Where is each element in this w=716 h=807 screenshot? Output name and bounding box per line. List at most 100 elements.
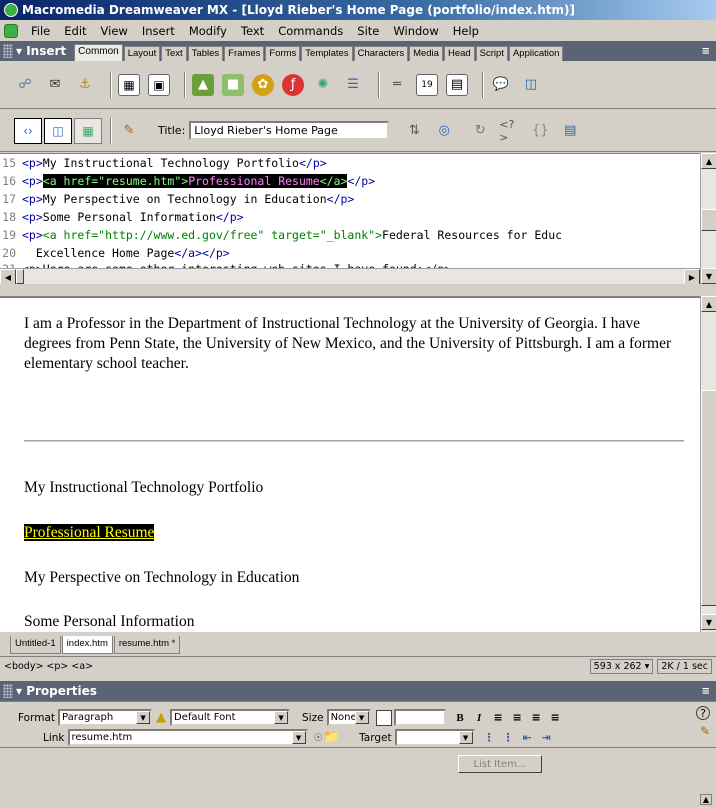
table-icon[interactable]: ▦ (118, 73, 140, 96)
live-data-icon[interactable]: ✎ (118, 120, 140, 142)
bold-button[interactable]: B (452, 710, 469, 726)
point-to-file-icon[interactable]: ☉ (314, 732, 323, 744)
tab-head[interactable]: Head (443, 46, 475, 61)
rollover-image-icon[interactable]: ✺ (312, 74, 334, 96)
scroll-thumb[interactable] (701, 209, 716, 231)
quick-tag-editor-icon[interactable]: ✎ (700, 724, 710, 738)
navigation-bar-icon[interactable]: ☰ (342, 74, 364, 96)
hyperlink-icon[interactable]: ☍ (14, 74, 36, 96)
tab-templates[interactable]: Templates (301, 46, 353, 61)
tab-characters[interactable]: Characters (353, 46, 409, 61)
refresh-icon[interactable]: ↻ (469, 120, 491, 142)
tab-frames[interactable]: Frames (224, 46, 265, 61)
preview-browser-icon[interactable]: ◎ (433, 120, 455, 142)
panel-options-icon[interactable]: ≡ (702, 686, 710, 697)
color-input[interactable] (393, 709, 446, 726)
format-select[interactable]: Paragraph ▼ (58, 709, 153, 726)
insert-panel-title[interactable]: ▾ Insert (16, 44, 66, 58)
code-view-button[interactable]: ‹› (14, 117, 42, 144)
browse-folder-icon[interactable]: 📁 (323, 730, 339, 745)
font-select[interactable]: Default Font ▼ (170, 709, 291, 726)
design-view[interactable]: I am a Professor in the Department of In… (0, 296, 700, 632)
tab-tables[interactable]: Tables (187, 46, 224, 61)
align-right-icon[interactable]: ≡ (528, 710, 545, 726)
tab-media[interactable]: Media (409, 46, 443, 61)
tab-forms[interactable]: Forms (265, 46, 301, 61)
doc-tab-untitled[interactable]: Untitled-1 (10, 636, 61, 654)
menu-window[interactable]: Window (386, 24, 445, 38)
align-center-icon[interactable]: ≡ (509, 710, 526, 726)
menu-view[interactable]: View (94, 24, 135, 38)
split-divider[interactable] (0, 284, 716, 296)
outdent-icon[interactable]: ⇤ (519, 730, 536, 746)
unordered-list-icon[interactable]: ⋮ (481, 730, 498, 746)
target-select[interactable]: ▼ (394, 729, 475, 746)
named-anchor-icon[interactable]: ⚓ (74, 74, 96, 96)
scroll-up-icon[interactable]: ▲ (701, 296, 716, 312)
window-size[interactable]: 593 x 262 ▾ (589, 659, 654, 674)
flash-icon[interactable]: ƒ (282, 73, 304, 96)
horizontal-rule-icon[interactable]: ═ (386, 74, 408, 96)
menu-modify[interactable]: Modify (182, 24, 234, 38)
doc-tab-resume[interactable]: resume.htm * (113, 636, 181, 654)
scroll-up-icon[interactable]: ▲ (701, 153, 716, 169)
panel-options-icon[interactable]: ≡ (702, 46, 710, 57)
title-input[interactable]: Lloyd Rieber's Home Page (189, 121, 390, 140)
menu-insert[interactable]: Insert (135, 24, 182, 38)
scroll-thumb[interactable] (701, 390, 716, 606)
split-view-button[interactable]: ◫ (44, 117, 72, 144)
link-input[interactable]: resume.htm ▼ (67, 729, 308, 746)
tab-common[interactable]: Common (74, 44, 123, 61)
align-justify-icon[interactable]: ≡ (547, 710, 564, 726)
design-view-button[interactable]: ▦ (74, 117, 102, 144)
scroll-right-icon[interactable]: ▶ (684, 269, 700, 285)
expand-arrow-icon[interactable]: ▲ (699, 794, 712, 805)
menu-text[interactable]: Text (234, 24, 271, 38)
menu-commands[interactable]: Commands (271, 24, 350, 38)
comment-icon[interactable]: 💬 (490, 74, 512, 96)
tab-layout[interactable]: Layout (123, 46, 161, 61)
panel-grip-icon[interactable] (3, 684, 13, 698)
scroll-left-icon[interactable]: ◀ (0, 269, 16, 285)
doc-tab-index[interactable]: index.htm (61, 636, 113, 654)
panel-grip-icon[interactable] (3, 44, 13, 58)
code-view[interactable]: 15 <p> My Instructional Technology Portfol… (0, 153, 700, 282)
color-picker[interactable] (375, 709, 392, 726)
image-placeholder-icon[interactable]: ■ (222, 73, 244, 96)
layer-icon[interactable]: ▣ (148, 73, 170, 96)
resume-link[interactable]: Professional Resume (24, 524, 155, 541)
braces-icon[interactable]: {} (529, 120, 551, 142)
tabular-data-icon[interactable]: ▤ (446, 73, 468, 96)
tab-text[interactable]: Text (161, 46, 187, 61)
align-left-icon[interactable]: ≡ (490, 710, 507, 726)
tag-selector[interactable]: <body> <p> <a> (4, 661, 93, 672)
image-icon[interactable]: ▲ (192, 73, 214, 96)
template-icon[interactable]: ◫ (520, 74, 542, 96)
code-vertical-scrollbar[interactable]: ▲ ▼ (700, 153, 716, 284)
tab-script[interactable]: Script (475, 46, 508, 61)
indent-icon[interactable]: ⇥ (538, 730, 555, 746)
scroll-down-icon[interactable]: ▼ (701, 268, 716, 284)
italic-button[interactable]: I (471, 710, 488, 726)
menu-site[interactable]: Site (350, 24, 386, 38)
tab-application[interactable]: Application (508, 46, 564, 61)
design-vertical-scrollbar[interactable]: ▲ ▼ (700, 296, 716, 632)
code-nav-icon[interactable]: <?> (499, 118, 521, 144)
email-link-icon[interactable]: ✉ (44, 74, 66, 96)
css-styles-icon[interactable]: ▲ (156, 710, 166, 725)
fireworks-html-icon[interactable]: ✿ (252, 73, 274, 96)
scroll-thumb[interactable] (16, 269, 24, 284)
list-item-button[interactable]: List Item... (458, 755, 542, 773)
code-horizontal-scrollbar[interactable]: ◀ ▶ (0, 268, 700, 285)
scroll-down-icon[interactable]: ▼ (701, 614, 716, 630)
size-select[interactable]: None ▼ (326, 709, 371, 726)
file-management-icon[interactable]: ⇅ (403, 120, 425, 142)
help-icon[interactable]: ? (696, 706, 710, 720)
ordered-list-icon[interactable]: ⋮ (500, 730, 517, 746)
menu-file[interactable]: File (24, 24, 57, 38)
document-icon[interactable] (4, 23, 18, 38)
menu-help[interactable]: Help (446, 24, 486, 38)
view-options-icon[interactable]: ▤ (559, 120, 581, 142)
properties-panel-title[interactable]: ▾ Properties (16, 684, 97, 698)
menu-edit[interactable]: Edit (57, 24, 93, 38)
